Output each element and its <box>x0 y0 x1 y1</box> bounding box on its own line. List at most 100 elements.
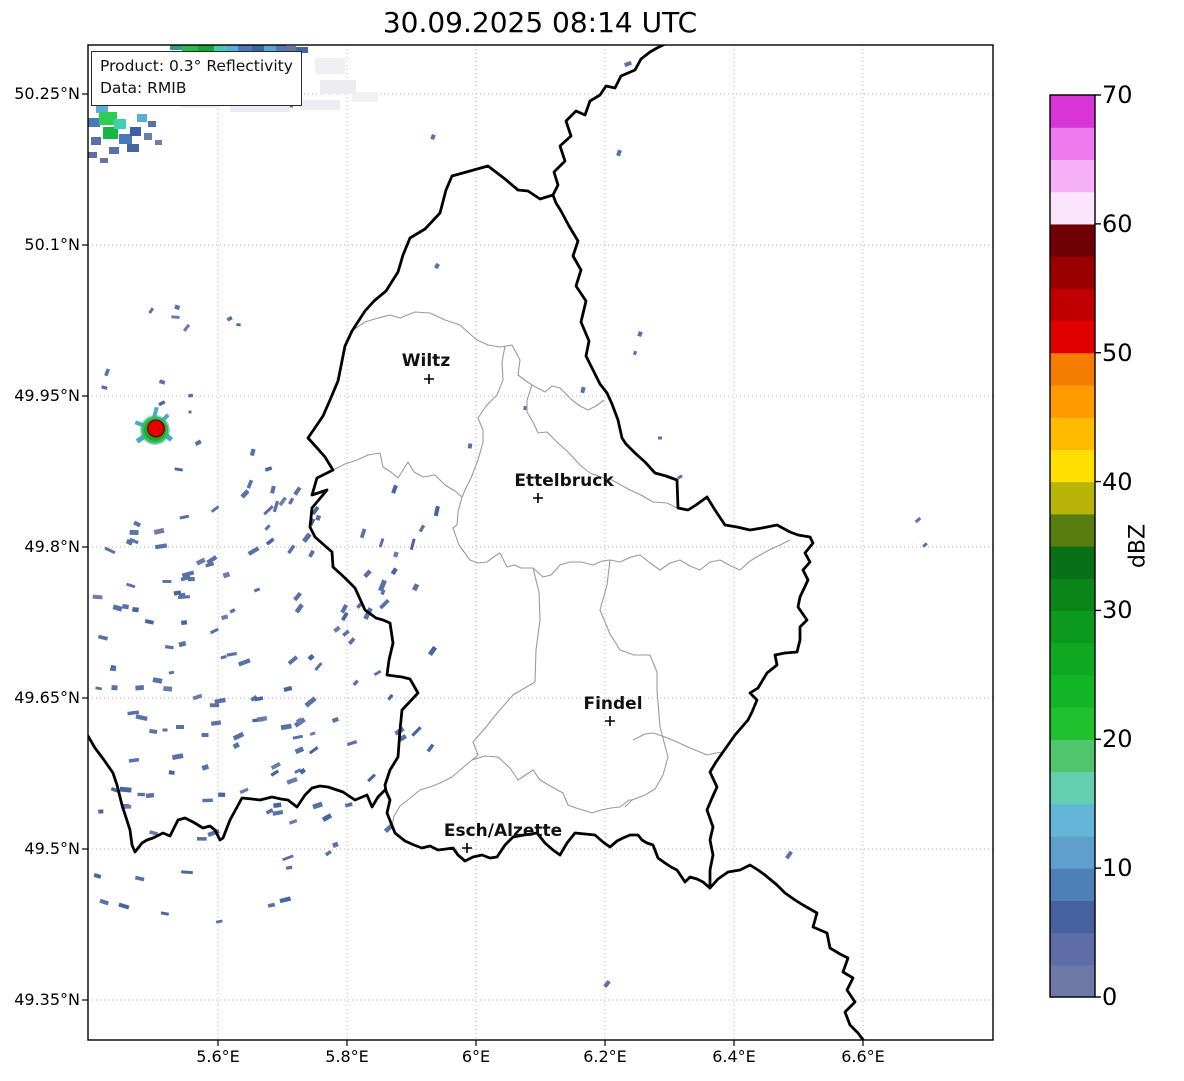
clutter-echo <box>378 538 385 548</box>
clutter-echo <box>237 658 251 667</box>
colorbar-cell <box>1050 513 1095 547</box>
radar-site-echo <box>134 406 174 445</box>
clutter-echo <box>637 330 643 338</box>
echo-cell <box>88 118 100 127</box>
colorbar-cell <box>1050 449 1095 483</box>
echo-cell <box>170 45 182 50</box>
colorbar-tick-label: 40 <box>1102 467 1133 496</box>
clutter-echo <box>288 497 295 505</box>
clutter-echo <box>109 667 117 672</box>
clutter-echo <box>201 733 209 737</box>
y-tick-label: 49.8°N <box>24 537 80 556</box>
clutter-echo <box>93 872 102 879</box>
clutter-echo <box>168 670 175 675</box>
colorbar-cell <box>1050 223 1095 257</box>
clutter-echo <box>270 485 276 494</box>
y-tick-label: 50.25°N <box>14 84 80 103</box>
product-line: Product: 0.3° Reflectivity <box>100 57 293 75</box>
clutter-echo <box>265 537 275 546</box>
plot-frame <box>87 44 994 1041</box>
clutter-echo <box>154 543 168 550</box>
clutter-echo <box>97 634 109 641</box>
border-france-germany <box>708 863 865 1040</box>
colorbar-cell <box>1050 900 1095 934</box>
clutter-echo <box>222 571 231 579</box>
clutter-echo <box>236 323 241 327</box>
radar-red-core <box>147 419 165 438</box>
clutter-echo <box>418 524 426 533</box>
colorbar-cell <box>1050 546 1095 579</box>
clutter-echo <box>163 686 173 692</box>
clutter-echo <box>134 875 145 882</box>
echo-cell <box>148 121 156 127</box>
clutter-echo <box>342 629 350 637</box>
canton-border <box>632 732 724 756</box>
clutter-echo <box>158 379 166 385</box>
canton-border <box>599 559 658 690</box>
clutter-echo <box>148 307 155 314</box>
clutter-echo <box>176 725 184 729</box>
clutter-echo <box>263 505 274 516</box>
clutter-echo <box>273 802 282 808</box>
y-tick-label: 50.1°N <box>24 235 80 254</box>
clutter-echo <box>272 809 284 816</box>
clutter-echo <box>373 669 382 677</box>
canton-border <box>452 496 791 578</box>
axis-tick-marks <box>82 93 864 1046</box>
clutter-echo <box>922 542 928 548</box>
y-tick-label: 49.35°N <box>14 990 80 1009</box>
colorbar-cell <box>1050 771 1095 805</box>
canton-border <box>461 345 506 498</box>
clutter-echo <box>288 818 298 825</box>
clutter-echo <box>135 685 145 691</box>
clutter-echo <box>304 696 317 708</box>
clutter-echo <box>264 524 271 531</box>
x-tick-label: 6.2°E <box>583 1047 627 1066</box>
product-info-box: Product: 0.3° Reflectivity Data: RMIB <box>91 51 302 106</box>
colorbar-tick-label: 50 <box>1102 338 1133 367</box>
clutter-echo <box>314 662 323 671</box>
figure-title: 30.09.2025 08:14 UTC <box>382 6 698 39</box>
border-belgium-germany <box>551 45 666 197</box>
echo-cell <box>214 45 226 51</box>
y-tick-label: 49.95°N <box>14 386 80 405</box>
clutter-echo <box>215 919 223 924</box>
colorbar-cell <box>1050 964 1095 998</box>
clutter-echo <box>264 466 273 472</box>
echo-cell <box>182 45 198 51</box>
clutter-echo <box>137 792 145 797</box>
clutter-echo <box>347 637 356 646</box>
clutter-echo <box>160 911 170 916</box>
clutter-echo <box>301 532 312 543</box>
clutter-echo <box>282 854 294 862</box>
clutter-echo <box>624 60 632 68</box>
x-tick-label: 6.6°E <box>841 1047 885 1066</box>
clutter-echo <box>118 902 130 910</box>
clutter-echo <box>171 753 184 761</box>
colorbar-cell <box>1050 835 1095 869</box>
city-label: Findel <box>583 694 643 714</box>
clutter-echo <box>98 809 104 814</box>
clutter-echo <box>104 546 116 555</box>
canton-border <box>471 755 632 814</box>
clutter-echo <box>196 837 207 841</box>
echo-cell <box>109 147 119 154</box>
clutter-echo <box>580 386 586 394</box>
clutter-echo <box>121 603 130 610</box>
clutter-echo <box>129 529 139 536</box>
clutter-echo <box>308 549 315 558</box>
clutter-echo <box>92 594 103 600</box>
clutter-echo <box>467 443 473 449</box>
x-tick-label: 6°E <box>461 1047 491 1066</box>
echo-cell <box>315 58 345 74</box>
clutter-echo <box>253 587 261 593</box>
colorbar-tick-label: 60 <box>1102 209 1133 238</box>
colorbar-cell <box>1050 481 1095 515</box>
clutter-echo <box>168 770 175 775</box>
echo-cell <box>127 144 139 152</box>
clutter-echo <box>239 787 249 795</box>
clutter-echo <box>294 768 302 774</box>
colorbar-tick-label: 10 <box>1102 854 1133 883</box>
clutter-echo <box>182 323 191 332</box>
colorbar-tick-label: 70 <box>1102 81 1133 109</box>
